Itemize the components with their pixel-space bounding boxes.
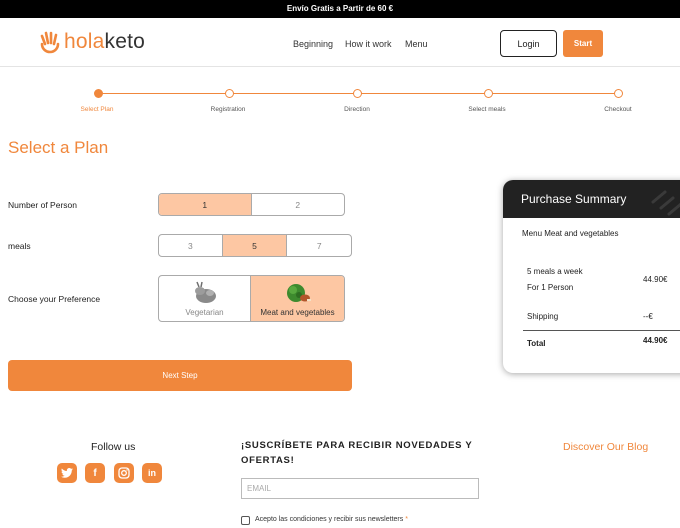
summary-menu: Menu Meat and vegetables — [522, 229, 619, 238]
login-button[interactable]: Login — [500, 30, 557, 57]
meals-option-7[interactable]: 7 — [287, 235, 351, 256]
purchase-summary-card: Purchase Summary Menu Meat and vegetable… — [503, 180, 680, 373]
persons-option-2[interactable]: 2 — [252, 194, 345, 215]
summary-total-label: Total — [527, 339, 546, 348]
preference-option-meat-and-vegetables[interactable]: Meat and vegetables — [251, 276, 344, 321]
summary-meals-per-week: 5 meals a week — [527, 267, 583, 276]
promo-bar: Envío Gratis a Partir de 60 € — [0, 0, 680, 18]
preference-caption-vegetarian: Vegetarian — [185, 307, 224, 317]
meals-option-3[interactable]: 3 — [159, 235, 223, 256]
meals-selector: 3 5 7 — [158, 234, 352, 257]
preference-caption-meat-and-vegetables: Meat and vegetables — [260, 307, 335, 317]
summary-shipping-label: Shipping — [527, 312, 559, 321]
meals-label: meals — [8, 241, 31, 251]
email-input[interactable]: EMAIL — [241, 478, 479, 499]
preference-option-vegetarian[interactable]: Vegetarian — [159, 276, 252, 321]
persons-selector: 1 2 — [158, 193, 345, 216]
preference-selector: Vegetarian Meat and vegetables — [158, 275, 345, 322]
twitter-icon[interactable] — [57, 463, 77, 483]
subscribe-heading: ¡SUSCRÍBETE PARA RECIBIR NOVEDADES Y OFE… — [241, 440, 473, 466]
logo-keto: keto — [104, 30, 146, 53]
step-label-checkout: Checkout — [604, 106, 632, 113]
summary-persons: For 1 Person — [527, 283, 574, 292]
logo-hola: hola — [64, 30, 105, 53]
logo-text: holaketo — [64, 30, 145, 54]
meals-option-5[interactable]: 5 — [222, 235, 288, 256]
step-label-select-meals: Select meals — [468, 106, 506, 113]
persons-label: Number of Person — [8, 200, 77, 210]
nav-how-it-work[interactable]: How it work — [345, 39, 392, 49]
step-dot-registration — [225, 89, 234, 98]
step-label-direction: Direction — [344, 106, 370, 113]
terms-checkbox[interactable] — [241, 516, 250, 525]
discover-blog-link[interactable]: Discover Our Blog — [563, 441, 648, 453]
instagram-icon[interactable] — [114, 463, 134, 483]
step-label-registration: Registration — [210, 106, 246, 113]
purchase-summary-title: Purchase Summary — [521, 192, 627, 206]
nav-beginning[interactable]: Beginning — [293, 39, 333, 49]
summary-divider — [523, 330, 680, 331]
purchase-summary-header: Purchase Summary — [503, 180, 680, 218]
terms-label: Acepto las condiciones y recibir sus new… — [255, 516, 408, 523]
facebook-icon[interactable]: f — [85, 463, 105, 483]
next-step-button[interactable]: Next Step — [8, 360, 352, 391]
step-label-select-plan: Select Plan — [80, 106, 114, 113]
persons-option-1[interactable]: 1 — [159, 194, 252, 215]
terms-required-mark: * — [405, 516, 408, 523]
follow-us-heading: Follow us — [91, 441, 136, 453]
step-dot-direction — [353, 89, 362, 98]
header: holaketo Beginning How it work Menu Logi… — [0, 18, 680, 67]
meat-vegetables-icon — [286, 283, 311, 302]
linkedin-icon[interactable]: in — [142, 463, 162, 483]
step-dot-select-meals — [484, 89, 493, 98]
step-dot-checkout — [614, 89, 623, 98]
logo[interactable]: holaketo — [38, 30, 145, 54]
page-title: Select a Plan — [8, 138, 109, 157]
nav-menu[interactable]: Menu — [405, 39, 428, 49]
header-pattern-icon — [651, 190, 680, 216]
hand-logo-icon — [40, 31, 60, 54]
terms-text: Acepto las condiciones y recibir sus new… — [255, 516, 404, 523]
step-dot-select-plan — [94, 89, 103, 98]
vegetables-icon — [194, 281, 216, 303]
summary-price: 44.90€ — [643, 275, 668, 284]
summary-shipping-value: --€ — [643, 312, 653, 321]
preference-label: Choose your Preference — [8, 294, 101, 304]
summary-total-value: 44.90€ — [643, 336, 668, 345]
start-button[interactable]: Start — [563, 30, 603, 57]
